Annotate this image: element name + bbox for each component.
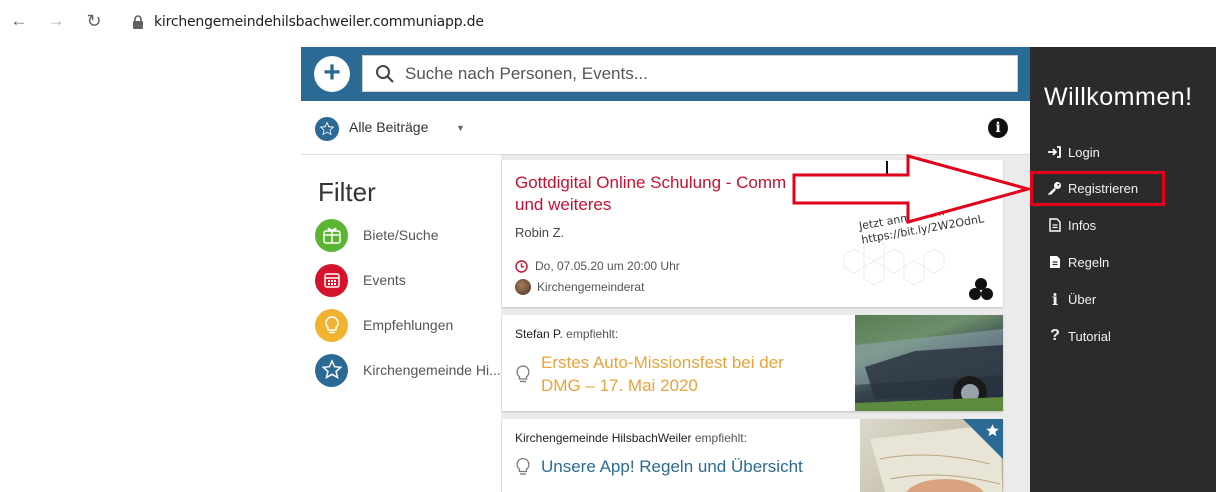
event-organizer: Kirchengemeinderat (515, 279, 644, 295)
event-author: Robin Z. (515, 225, 565, 240)
gift-icon (315, 218, 348, 252)
sidebar-item-ueber[interactable]: i Über (1046, 287, 1206, 311)
back-arrow-icon[interactable]: ← (10, 12, 28, 30)
sidebar-title: Willkommen! (1044, 83, 1193, 111)
question-icon: ? (1050, 327, 1060, 344)
avatar (515, 279, 531, 295)
filter-item-events[interactable]: Events (315, 263, 505, 297)
highlight-box (1030, 171, 1165, 206)
recommendation-title[interactable]: Erstes Auto-Missionsfest bei der DMG – 1… (515, 351, 825, 397)
info-icon: i (1051, 289, 1059, 309)
filter-panel: Filter Biete/Suche Events Empfehlungen K… (301, 155, 501, 492)
recommendation-card[interactable]: Stefan P. empfiehlt: Erstes Auto-Mission… (502, 315, 1003, 411)
lightbulb-icon (516, 457, 530, 475)
filter-item-empfehlungen[interactable]: Empfehlungen (315, 308, 505, 342)
sidebar-item-tutorial[interactable]: ? Tutorial (1046, 324, 1206, 348)
recommendation-title[interactable]: Unsere App! Regeln und Übersicht (515, 455, 825, 478)
top-bar: + (301, 47, 1030, 101)
star-icon (986, 424, 999, 437)
star-icon (315, 353, 348, 387)
sidebar-item-infos[interactable]: Infos (1046, 213, 1206, 237)
recommendation-card[interactable]: Kirchengemeinde HilsbachWeiler empfiehlt… (502, 419, 1003, 492)
feed-filter-bar: Alle Beiträge ▼ i (301, 101, 1030, 155)
clock-icon (515, 259, 528, 273)
lock-icon (133, 15, 143, 29)
address-bar[interactable]: kirchengemeindehilsbachweiler.communiapp… (122, 8, 1216, 36)
cars-image (855, 315, 1003, 411)
recommendation-header: Stefan P. empfiehlt: (515, 327, 619, 341)
sidebar: Willkommen! Login Registrieren Infos Reg… (1030, 47, 1216, 492)
login-icon (1046, 146, 1064, 158)
filter-title: Filter (318, 177, 376, 207)
document-icon (1046, 255, 1064, 269)
search-icon (376, 64, 394, 83)
filter-item-kirchengemeinde[interactable]: Kirchengemeinde Hi... (315, 353, 505, 387)
calendar-icon (315, 263, 348, 297)
url-text: kirchengemeindehilsbachweiler.communiapp… (154, 14, 484, 30)
reload-icon[interactable]: ↻ (85, 12, 103, 30)
search-box[interactable] (362, 55, 1018, 92)
sidebar-item-regeln[interactable]: Regeln (1046, 250, 1206, 274)
gottdigital-logo (969, 278, 993, 300)
sidebar-item-login[interactable]: Login (1046, 140, 1206, 164)
annotation-arrow-icon (792, 154, 1034, 224)
feed-selector-label[interactable]: Alle Beiträge (349, 119, 428, 135)
search-input[interactable] (405, 63, 965, 84)
lightbulb-icon (516, 365, 530, 383)
event-title[interactable]: Gottdigital Online Schulung - Comm und w… (515, 172, 815, 216)
document-icon (1046, 218, 1064, 232)
chevron-down-icon[interactable]: ▼ (456, 123, 465, 133)
info-icon[interactable]: i (988, 118, 1008, 138)
star-icon (315, 117, 339, 141)
app-main: + Alle Beiträge ▼ i Filter Biete/Suche E… (301, 47, 1030, 492)
recommendation-header: Kirchengemeinde HilsbachWeiler empfiehlt… (515, 431, 747, 445)
event-date: Do, 07.05.20 um 20:00 Uhr (515, 259, 680, 273)
add-post-button[interactable]: + (314, 56, 350, 92)
lightbulb-icon (315, 308, 348, 342)
filter-item-biete-suche[interactable]: Biete/Suche (315, 218, 505, 252)
forward-arrow-icon[interactable]: → (47, 12, 65, 30)
browser-toolbar: ← → ↻ kirchengemeindehilsbachweiler.comm… (0, 0, 1216, 44)
